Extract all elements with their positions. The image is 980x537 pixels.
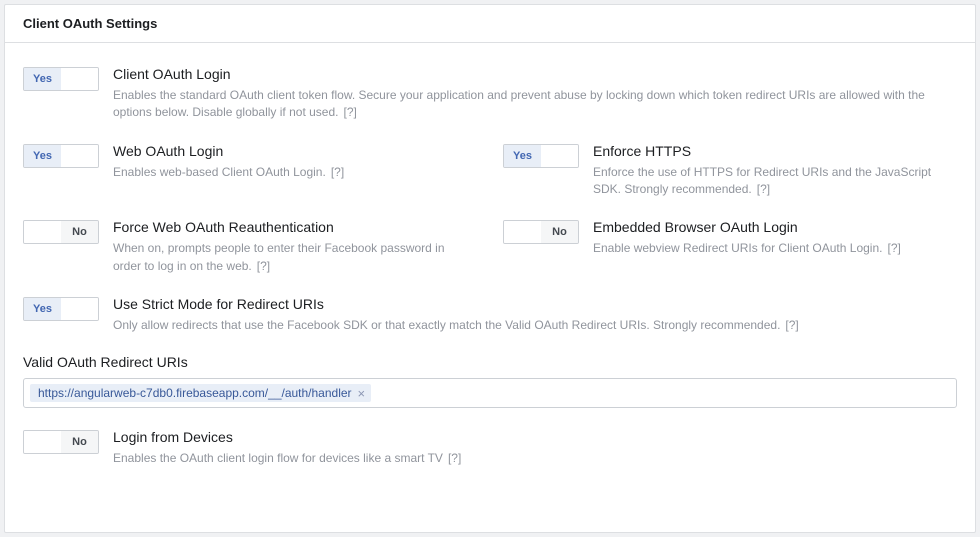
setting-title: Client OAuth Login [113,65,957,84]
toggle-no-empty [61,298,98,320]
setting-desc: Enables the OAuth client login flow for … [113,450,473,467]
setting-title: Web OAuth Login [113,142,473,161]
toggle-client-oauth-login[interactable]: Yes [23,67,99,91]
setting-strict-mode: Yes Use Strict Mode for Redirect URIs On… [23,295,957,334]
setting-web-oauth-login: Yes Web OAuth Login Enables web-based Cl… [23,142,473,199]
toggle-yes-empty [504,221,541,243]
setting-title: Login from Devices [113,428,473,447]
client-oauth-settings-panel: Client OAuth Settings Yes Client OAuth L… [4,4,976,533]
toggle-yes: Yes [504,145,541,167]
toggle-no: No [541,221,578,243]
setting-desc: Enables the standard OAuth client token … [113,87,957,122]
redirect-uris-label: Valid OAuth Redirect URIs [23,354,957,370]
help-icon[interactable]: [?] [257,259,270,273]
help-icon[interactable]: [?] [448,451,461,465]
setting-desc: When on, prompts people to enter their F… [113,240,473,275]
help-icon[interactable]: [?] [887,241,900,255]
help-icon[interactable]: [?] [757,182,770,196]
setting-desc: Enforce the use of HTTPS for Redirect UR… [593,164,957,199]
uri-token[interactable]: https://angularweb-c7db0.firebaseapp.com… [30,384,371,402]
toggle-login-from-devices[interactable]: No [23,430,99,454]
panel-body: Yes Client OAuth Login Enables the stand… [5,43,975,500]
help-icon[interactable]: [?] [331,165,344,179]
setting-desc: Enables web-based Client OAuth Login.[?] [113,164,473,181]
toggle-yes: Yes [24,145,61,167]
help-icon[interactable]: [?] [343,105,356,119]
toggle-yes-empty [24,221,61,243]
toggle-no-empty [541,145,578,167]
setting-title: Force Web OAuth Reauthentication [113,218,473,237]
setting-desc: Enable webview Redirect URIs for Client … [593,240,957,257]
setting-enforce-https: Yes Enforce HTTPS Enforce the use of HTT… [503,142,957,199]
uri-token-text: https://angularweb-c7db0.firebaseapp.com… [38,386,352,400]
toggle-no-empty [61,68,98,90]
setting-title: Use Strict Mode for Redirect URIs [113,295,957,314]
setting-desc: Only allow redirects that use the Facebo… [113,317,957,334]
setting-title: Embedded Browser OAuth Login [593,218,957,237]
toggle-no: No [61,221,98,243]
toggle-force-web-reauth[interactable]: No [23,220,99,244]
setting-embedded-browser: No Embedded Browser OAuth Login Enable w… [503,218,957,275]
toggle-no-empty [61,145,98,167]
close-icon[interactable]: × [358,387,366,400]
redirect-uris-input[interactable]: https://angularweb-c7db0.firebaseapp.com… [23,378,957,408]
setting-title: Enforce HTTPS [593,142,957,161]
toggle-yes-empty [24,431,61,453]
setting-login-from-devices: No Login from Devices Enables the OAuth … [23,428,473,467]
setting-client-oauth-login: Yes Client OAuth Login Enables the stand… [23,65,957,122]
setting-force-web-reauth: No Force Web OAuth Reauthentication When… [23,218,473,275]
toggle-yes: Yes [24,298,61,320]
toggle-yes: Yes [24,68,61,90]
toggle-strict-mode[interactable]: Yes [23,297,99,321]
toggle-no: No [61,431,98,453]
panel-title: Client OAuth Settings [5,5,975,43]
toggle-enforce-https[interactable]: Yes [503,144,579,168]
help-icon[interactable]: [?] [785,318,798,332]
toggle-web-oauth-login[interactable]: Yes [23,144,99,168]
toggle-embedded-browser[interactable]: No [503,220,579,244]
